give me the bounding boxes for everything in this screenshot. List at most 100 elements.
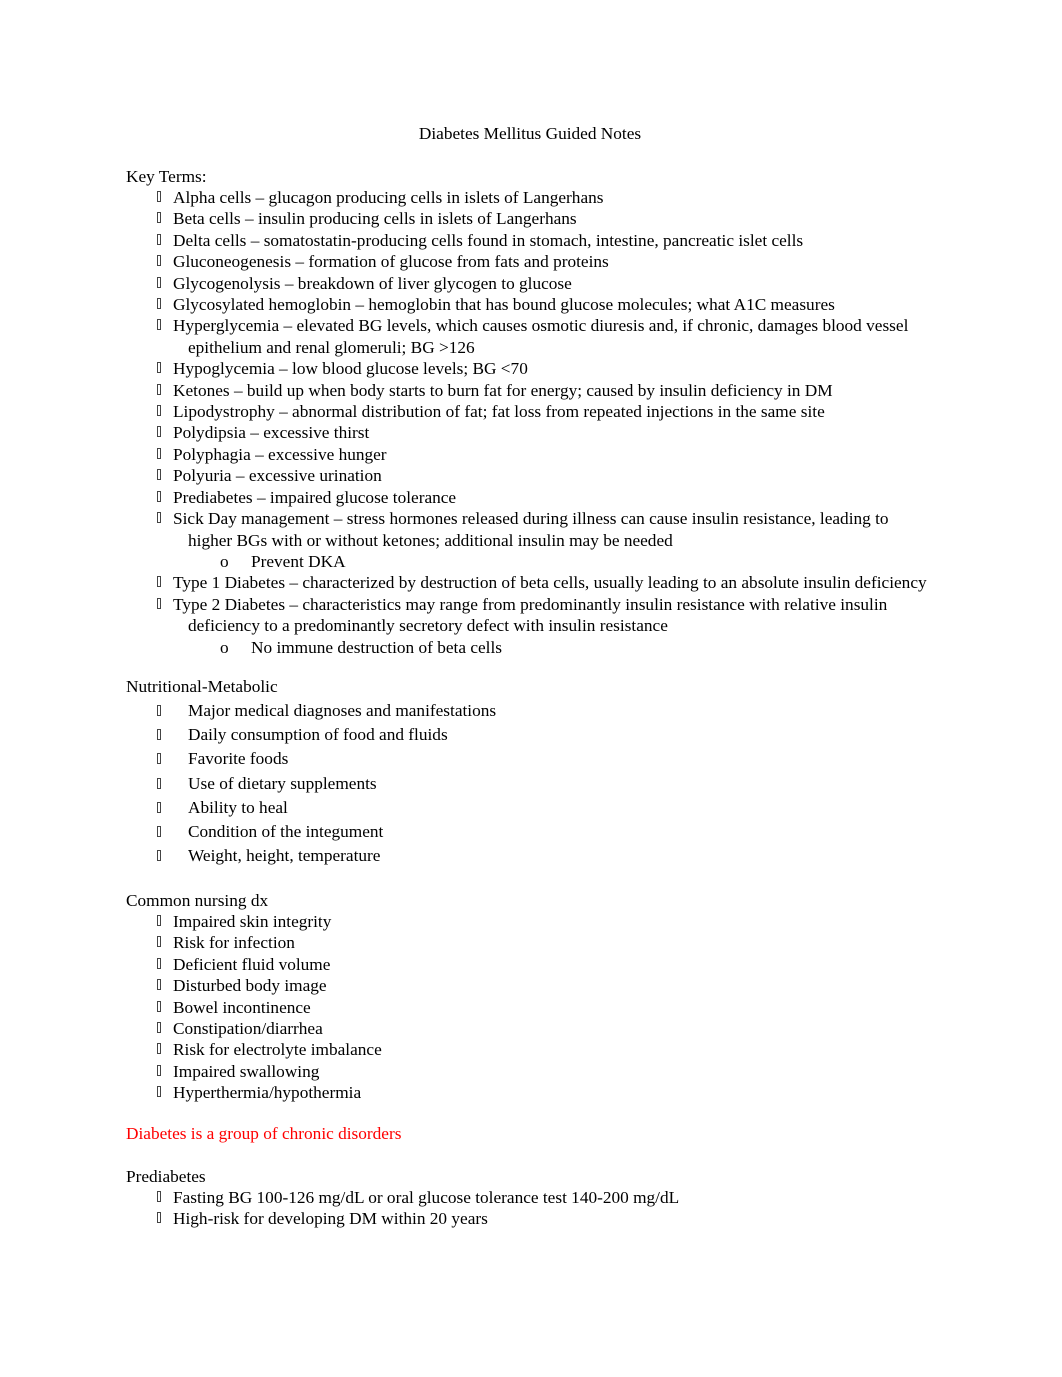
bullet-icon: [157, 469, 161, 481]
nursing-dx-item-text: Constipation/diarrhea: [173, 1019, 323, 1039]
nutritional-metabolic-heading: Nutritional-Metabolic: [126, 677, 278, 696]
document-title: Diabetes Mellitus Guided Notes: [418, 124, 642, 143]
bullet-icon: [157, 1212, 161, 1224]
nutritional-item-text: Use of dietary supplements: [188, 773, 377, 793]
nursing-dx-heading: Common nursing dx: [126, 891, 269, 910]
bullet-icon: [157, 191, 161, 202]
key-term-item: Hypoglycemia – low blood glucose levels;…: [157, 358, 963, 379]
nursing-dx-item: Impaired swallowing: [157, 1061, 382, 1082]
bullet-icon: [157, 298, 161, 310]
key-term-text: Sick Day management – stress hormones re…: [173, 509, 889, 529]
key-term-text: Polydipsia – excessive thirst: [173, 423, 370, 443]
nutritional-item-text: Condition of the integument: [188, 822, 384, 842]
key-term-item: Glycogenolysis – breakdown of liver glyc…: [157, 273, 963, 294]
highlight-statement: Diabetes is a group of chronic disorders: [126, 1124, 402, 1143]
bullet-icon: [157, 1086, 161, 1098]
nursing-dx-item-text: Impaired skin integrity: [173, 912, 332, 931]
nursing-dx-item: Bowel incontinence: [157, 997, 382, 1018]
nutritional-item-text: Daily consumption of food and fluids: [188, 725, 448, 745]
nursing-dx-item-text: Disturbed body image: [173, 976, 327, 996]
key-term-item: Type 1 Diabetes – characterized by destr…: [157, 572, 963, 593]
nutritional-item: Weight, height, temperature: [157, 844, 496, 868]
bullet-icon: [157, 957, 161, 969]
bullet-icon: [157, 233, 161, 245]
bullet-icon: [157, 276, 161, 288]
nutritional-metabolic-list: Major medical diagnoses and manifestatio…: [157, 699, 496, 868]
key-term-subitem-text: Prevent DKA: [251, 551, 346, 571]
bullet-icon: [157, 576, 161, 588]
key-term-item: Prediabetes – impaired glucose tolerance: [157, 487, 963, 508]
nursing-dx-item-text: Hyperthermia/hypothermia: [173, 1083, 362, 1103]
key-term-subitem: o Prevent DKA: [173, 551, 963, 572]
key-term-text: Alpha cells – glucagon producing cells i…: [173, 188, 604, 207]
key-term-text: Glycogenolysis – breakdown of liver glyc…: [173, 273, 572, 293]
nursing-dx-item-text: Deficient fluid volume: [173, 954, 331, 974]
bullet-icon: [157, 490, 161, 502]
nutritional-item-text: Weight, height, temperature: [188, 846, 381, 866]
key-term-item: Lipodystrophy – abnormal distribution of…: [157, 401, 963, 422]
nursing-dx-item: Risk for infection: [157, 932, 382, 953]
nursing-dx-item-text: Risk for electrolyte imbalance: [173, 1040, 382, 1060]
nutritional-item: Condition of the integument: [157, 820, 496, 844]
prediabetes-list: Fasting BG 100-126 mg/dL or oral glucose…: [157, 1187, 680, 1230]
key-term-text: Polyuria – excessive urination: [173, 466, 382, 486]
key-term-text: Gluconeogenesis – formation of glucose f…: [173, 252, 609, 272]
nutritional-item: Favorite foods: [157, 747, 496, 771]
nursing-dx-item: Impaired skin integrity: [157, 911, 382, 932]
key-term-text: Delta cells – somatostatin-producing cel…: [173, 230, 804, 250]
bullet-icon: [157, 1191, 161, 1202]
prediabetes-item-text: Fasting BG 100-126 mg/dL or oral glucose…: [173, 1188, 680, 1207]
prediabetes-item: Fasting BG 100-126 mg/dL or oral glucose…: [157, 1187, 680, 1208]
bullet-icon: [157, 1043, 161, 1055]
key-term-continuation: epithelium and renal glomeruli; BG >126: [188, 337, 475, 357]
key-term-text: Type 1 Diabetes – characterized by destr…: [173, 573, 927, 593]
bullet-icon: [157, 777, 161, 789]
key-term-text: Type 2 Diabetes – characteristics may ra…: [173, 594, 888, 614]
key-term-item: Polyuria – excessive urination: [157, 465, 963, 486]
nursing-dx-item-text: Impaired swallowing: [173, 1061, 320, 1081]
bullet-icon: [157, 405, 161, 417]
key-term-text: Beta cells – insulin producing cells in …: [173, 209, 577, 229]
sub-bullet-icon: o: [220, 637, 229, 657]
key-term-text: Ketones – build up when body starts to b…: [173, 380, 833, 400]
bullet-icon: [157, 850, 161, 862]
key-term-item: Sick Day management – stress hormones re…: [157, 508, 963, 551]
nursing-dx-item: Disturbed body image: [157, 975, 382, 996]
bullet-icon: [157, 1000, 161, 1012]
nursing-dx-item: Constipation/diarrhea: [157, 1018, 382, 1039]
key-term-item: Beta cells – insulin producing cells in …: [157, 208, 963, 229]
bullet-icon: [157, 255, 161, 267]
key-term-text: Hypoglycemia – low blood glucose levels;…: [173, 359, 528, 379]
bullet-icon: [157, 362, 161, 374]
nursing-dx-item: Deficient fluid volume: [157, 954, 382, 975]
bullet-icon: [157, 915, 161, 926]
sub-bullet-icon: o: [220, 551, 229, 571]
nutritional-item: Major medical diagnoses and manifestatio…: [157, 699, 496, 723]
nursing-dx-item: Hyperthermia/hypothermia: [157, 1082, 382, 1103]
nutritional-item-text: Ability to heal: [188, 797, 288, 817]
bullet-icon: [157, 936, 161, 948]
key-term-text: Polyphagia – excessive hunger: [173, 444, 387, 464]
key-term-item: Ketones – build up when body starts to b…: [157, 380, 963, 401]
bullet-icon: [157, 1064, 161, 1076]
bullet-icon: [157, 801, 161, 813]
nutritional-item-text: Favorite foods: [188, 749, 289, 769]
nursing-dx-item-text: Risk for infection: [173, 933, 295, 953]
key-term-item: Delta cells – somatostatin-producing cel…: [157, 230, 963, 251]
prediabetes-heading: Prediabetes: [126, 1167, 206, 1186]
key-term-subitem-text: No immune destruction of beta cells: [251, 637, 502, 657]
key-term-text: Hyperglycemia – elevated BG levels, whic…: [173, 316, 909, 336]
bullet-icon: [157, 979, 161, 991]
bullet-icon: [157, 705, 161, 716]
bullet-icon: [157, 212, 161, 224]
key-terms-heading: Key Terms:: [126, 167, 207, 186]
key-term-text: Glycosylated hemoglobin – hemoglobin tha…: [173, 295, 835, 315]
bullet-icon: [157, 729, 161, 741]
key-term-text: Lipodystrophy – abnormal distribution of…: [173, 402, 825, 422]
key-term-item: Glycosylated hemoglobin – hemoglobin tha…: [157, 294, 963, 315]
key-terms-list: Alpha cells – glucagon producing cells i…: [157, 187, 963, 658]
bullet-icon: [157, 383, 161, 395]
prediabetes-item: High-risk for developing DM within 20 ye…: [157, 1208, 679, 1229]
nursing-dx-item: Risk for electrolyte imbalance: [157, 1039, 382, 1060]
bullet-icon: [157, 319, 161, 331]
